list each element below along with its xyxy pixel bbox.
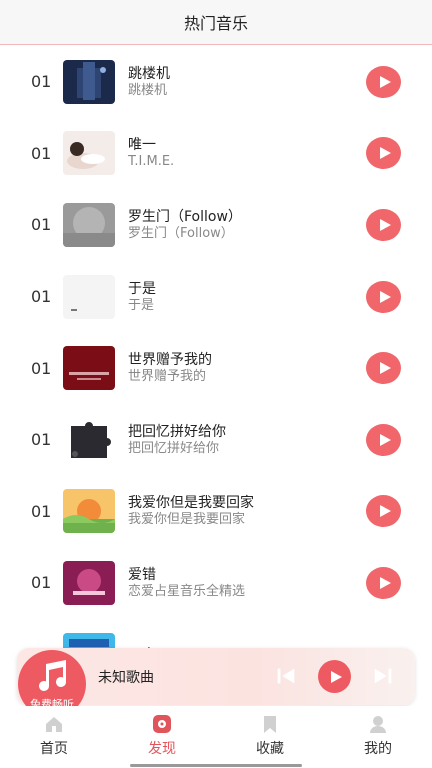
bottom-tab-bar: 首页 发现 收藏 我的	[0, 706, 432, 768]
song-title: 我爱你但是我要回家	[128, 495, 254, 512]
tab-label: 我的	[364, 741, 392, 757]
mini-player[interactable]: 免费畅听 未知歌曲	[17, 648, 415, 718]
song-rank: 01	[31, 215, 52, 235]
song-artist: T.I.M.E.	[128, 154, 175, 170]
play-icon	[379, 290, 391, 303]
song-row[interactable]: 01 世界赠予我的 世界赠予我的	[0, 332, 432, 404]
play-button[interactable]	[366, 566, 401, 599]
play-button[interactable]	[366, 65, 401, 98]
song-artist: 于是	[128, 297, 155, 313]
play-icon	[379, 505, 391, 518]
song-row[interactable]: 01 把回忆拼好给你 把回忆拼好给你	[0, 404, 432, 476]
play-button[interactable]	[366, 495, 401, 528]
skip-previous-icon	[277, 668, 295, 684]
song-artist: 罗生门（Follow）	[128, 225, 234, 241]
tab-label: 收藏	[256, 741, 284, 757]
song-row[interactable]: 01 唯一 T.I.M.E.	[0, 118, 432, 190]
album-cover	[63, 489, 115, 534]
play-icon	[330, 670, 342, 683]
play-icon	[379, 147, 391, 160]
album-cover	[63, 560, 115, 605]
album-cover	[63, 59, 115, 104]
skip-next-icon	[374, 668, 392, 684]
user-icon	[370, 716, 386, 733]
music-disc-icon	[153, 715, 171, 733]
play-icon	[379, 75, 391, 88]
song-rank: 01	[31, 143, 52, 163]
tab-home[interactable]: 首页	[19, 714, 89, 758]
song-title: 把回忆拼好给你	[128, 423, 226, 440]
previous-button[interactable]	[273, 663, 299, 689]
player-song-title: 未知歌曲	[98, 670, 154, 686]
song-artist: 跳楼机	[128, 82, 168, 98]
song-row[interactable]: 01 于是 于是	[0, 261, 432, 333]
play-button[interactable]	[366, 137, 401, 170]
next-button[interactable]	[370, 663, 396, 689]
album-cover	[63, 346, 115, 391]
song-artist: 恋爱占星音乐全精选	[128, 583, 246, 599]
album-cover	[63, 417, 115, 462]
song-rank: 01	[31, 573, 52, 593]
song-artist: 把回忆拼好给你	[128, 440, 220, 456]
song-row[interactable]: 01 跳楼机 跳楼机	[0, 46, 432, 118]
music-note-icon	[39, 660, 66, 691]
song-rank: 01	[31, 72, 52, 92]
song-title: 罗生门（Follow）	[128, 208, 242, 225]
play-icon	[379, 576, 391, 589]
song-rank: 01	[31, 358, 52, 378]
header: 热门音乐	[0, 0, 432, 45]
song-row[interactable]: 01 爱错 恋爱占星音乐全精选	[0, 547, 432, 619]
song-title: 世界赠予我的	[128, 352, 212, 369]
tab-profile[interactable]: 我的	[343, 714, 413, 758]
song-row[interactable]: 01 罗生门（Follow） 罗生门（Follow）	[0, 189, 432, 261]
page-title: 热门音乐	[183, 14, 248, 33]
play-button[interactable]	[366, 280, 401, 313]
tab-discover[interactable]: 发现	[127, 714, 197, 758]
tab-favorites[interactable]: 收藏	[235, 714, 305, 758]
song-title: 跳楼机	[128, 65, 170, 82]
song-rank: 01	[31, 287, 52, 307]
song-row[interactable]: 01 我爱你但是我要回家 我爱你但是我要回家	[0, 476, 432, 548]
tab-label: 发现	[148, 741, 176, 757]
play-button[interactable]	[366, 423, 401, 456]
song-rank: 01	[31, 501, 52, 521]
album-cover	[63, 202, 115, 247]
home-icon	[46, 717, 62, 732]
album-cover	[63, 274, 115, 319]
bookmark-icon	[264, 716, 276, 733]
song-artist: 我爱你但是我要回家	[128, 512, 246, 528]
album-cover	[63, 131, 115, 176]
song-artist: 世界赠予我的	[128, 369, 207, 385]
song-rank: 01	[31, 430, 52, 450]
play-button[interactable]	[366, 208, 401, 241]
tab-label: 首页	[40, 741, 68, 757]
home-indicator	[130, 764, 302, 767]
play-icon	[379, 433, 391, 446]
play-button[interactable]	[366, 352, 401, 385]
song-title: 于是	[128, 280, 156, 297]
song-title: 唯一	[128, 137, 156, 154]
song-title: 爱错	[128, 566, 156, 583]
player-play-button[interactable]	[318, 660, 351, 693]
song-list[interactable]: 01 跳楼机 跳楼机 01 唯一 T.I.M.E. 01 罗生门（Follow）…	[0, 46, 432, 686]
play-icon	[379, 218, 391, 231]
play-icon	[379, 362, 391, 375]
